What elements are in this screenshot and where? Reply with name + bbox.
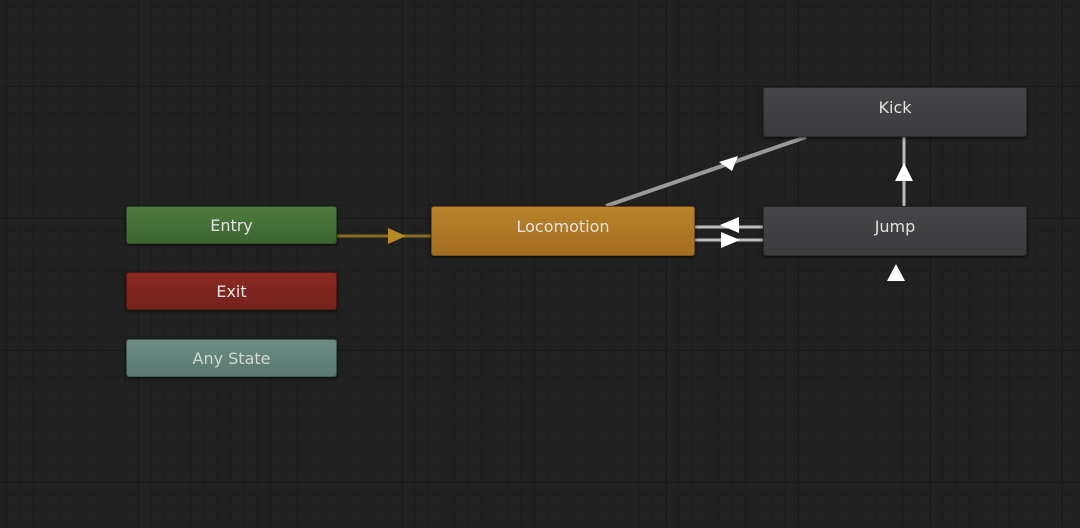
- exit-node[interactable]: Exit: [126, 272, 337, 310]
- transition-locomotion-to-jump[interactable]: [695, 232, 763, 248]
- any-state-node-label: Any State: [192, 348, 271, 368]
- transition-kick-to-locomotion[interactable]: [605, 135, 807, 208]
- any-state-node[interactable]: Any State: [126, 339, 337, 377]
- animator-graph-canvas[interactable]: Entry Exit Any State Locomotion Jump Kic…: [0, 0, 1080, 528]
- transition-arrow-icon: [721, 232, 740, 248]
- transition-entry-to-locomotion[interactable]: [337, 228, 431, 244]
- entry-node[interactable]: Entry: [126, 206, 337, 244]
- locomotion-state-node[interactable]: Locomotion: [431, 206, 695, 256]
- transition-into-jump[interactable]: [887, 264, 905, 281]
- transition-links: [337, 135, 913, 281]
- transition-jump-to-locomotion[interactable]: [695, 217, 763, 233]
- jump-state-node[interactable]: Jump: [763, 206, 1027, 256]
- exit-node-label: Exit: [216, 281, 247, 301]
- transition-jump-to-kick[interactable]: [895, 137, 913, 206]
- transition-arrow-icon: [720, 217, 739, 233]
- kick-node-label: Kick: [878, 98, 912, 117]
- locomotion-node-label: Locomotion: [516, 217, 610, 236]
- entry-node-label: Entry: [210, 215, 253, 235]
- kick-state-node[interactable]: Kick: [763, 87, 1027, 137]
- transition-arrow-icon: [388, 228, 406, 244]
- jump-node-label: Jump: [874, 217, 916, 236]
- transition-arrow-icon: [887, 264, 905, 281]
- transition-arrow-icon: [895, 163, 913, 181]
